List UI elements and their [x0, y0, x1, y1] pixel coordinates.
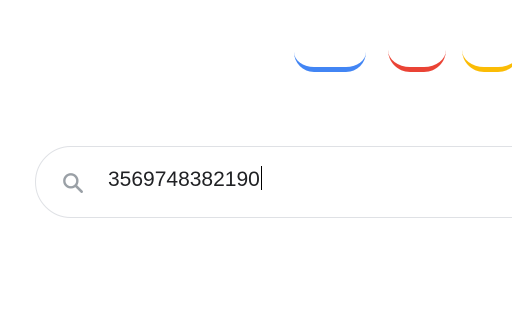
text-cursor: [260, 166, 263, 190]
page: 3569748382190: [0, 0, 512, 320]
logo-letter-yellow: [462, 50, 512, 72]
search-icon: [60, 170, 86, 196]
search-input[interactable]: 3569748382190: [108, 164, 488, 196]
logo-letter-red: [388, 50, 446, 72]
logo-letter-blue: [294, 52, 366, 72]
search-query-text: 3569748382190: [108, 168, 260, 191]
